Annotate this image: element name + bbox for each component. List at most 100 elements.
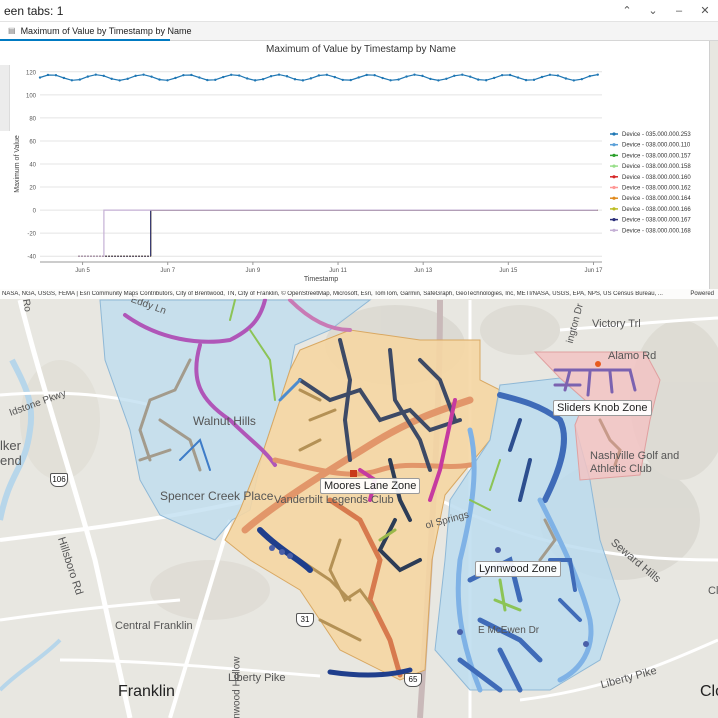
series-point <box>86 75 90 78</box>
series-point <box>397 78 400 81</box>
series-point <box>508 73 512 77</box>
series-point <box>445 77 448 80</box>
series-point <box>174 76 177 80</box>
series-point <box>253 79 257 82</box>
x-tick-label: Jun 7 <box>160 268 175 274</box>
legend-label: Device - 038.000.000.160 <box>622 175 691 181</box>
legend-label: Device - 038.000.000.167 <box>622 218 691 224</box>
series-point <box>405 75 408 78</box>
x-tick-label: Jun 9 <box>246 268 261 274</box>
facility-marker[interactable] <box>595 361 601 367</box>
chart-panel: Maximum of Value by Timestamp by Name -40… <box>0 41 710 289</box>
chart-title: Maximum of Value by Timestamp by Name <box>266 44 456 55</box>
zone-label-lynnwood[interactable]: Lynnwood Zone <box>475 561 561 577</box>
legend-label: Device - 038.000.000.157 <box>622 153 691 159</box>
y-axis-title: Maximum of Value <box>14 135 21 193</box>
y-tick-label: -20 <box>27 232 36 238</box>
series-point <box>492 76 496 80</box>
series-point <box>349 78 352 82</box>
x-tick-label: Jun 13 <box>414 268 433 274</box>
series-point <box>182 73 185 77</box>
powered-by-link[interactable]: Powered <box>686 291 718 297</box>
route-shield-65: 65 <box>404 673 422 687</box>
panel-title: een tabs: 1 <box>4 3 64 18</box>
series-point <box>54 73 58 77</box>
series-point <box>357 76 360 79</box>
attribution-credits: NASA, NGA, USGS, FEMA | Esri Community M… <box>2 291 663 297</box>
chevrons-down-icon[interactable]: ⌄ <box>640 0 666 22</box>
series-point <box>453 74 456 77</box>
series-point <box>500 73 504 77</box>
series-point <box>78 78 82 81</box>
series-point <box>110 77 113 81</box>
x-tick-label: Jun 17 <box>584 268 603 274</box>
series-point <box>596 73 599 76</box>
map-attribution: NASA, NGA, USGS, FEMA | Esri Community M… <box>0 289 718 299</box>
route-shield-106: 106 <box>50 473 68 487</box>
series-point <box>134 74 137 78</box>
series-point <box>142 73 145 76</box>
place-label-nashville-golf: Nashville Golf and Athletic Club <box>590 450 680 475</box>
series-point <box>166 79 169 82</box>
place-label-spencer-creek-place: Spencer Creek Place <box>160 489 274 503</box>
series-point <box>62 76 66 80</box>
road-label-ro: Ro <box>19 298 33 313</box>
series-point <box>293 78 297 81</box>
series-point <box>102 74 105 78</box>
series-point <box>540 75 544 79</box>
series-point <box>269 74 273 78</box>
road-label-eddy-ln: Lynnwood Hollow <box>231 656 243 718</box>
chevrons-up-icon[interactable]: ⌃ <box>614 0 640 22</box>
series-point <box>245 77 249 80</box>
collapse-icon[interactable]: – <box>666 0 692 22</box>
y-tick-label: 20 <box>29 186 36 192</box>
series-point <box>46 73 50 77</box>
facility-marker[interactable] <box>350 470 357 477</box>
series-point <box>158 78 161 81</box>
legend-label: Device - 038.000.000.158 <box>622 164 691 170</box>
series-point <box>548 73 552 76</box>
legend-marker <box>612 228 616 232</box>
series-point <box>572 79 576 82</box>
series-point <box>301 79 305 82</box>
road-label-victory-trl: Victory Trl <box>592 318 641 330</box>
x-tick-label: Jun 5 <box>75 268 90 274</box>
legend-marker <box>612 153 616 157</box>
series-point <box>484 79 488 82</box>
series-point <box>118 79 121 82</box>
place-label-franklin: Franklin <box>118 683 175 700</box>
tab-label: Maximum of Value by Timestamp by Name <box>20 25 192 36</box>
series-point <box>461 73 464 76</box>
y-tick-label: 100 <box>26 93 37 99</box>
tab-chart[interactable]: ▤ Maximum of Value by Timestamp by Name <box>0 22 191 41</box>
series-point <box>309 77 313 80</box>
zone-label-moores-lane[interactable]: Moores Lane Zone <box>320 478 421 494</box>
series-point <box>389 79 392 82</box>
series-point <box>373 74 376 77</box>
route-shield-31: 31 <box>296 613 314 627</box>
series-point <box>333 75 337 79</box>
x-tick-label: Jun 11 <box>329 268 347 274</box>
close-icon[interactable]: ✕ <box>692 0 718 22</box>
y-tick-label: 0 <box>33 209 37 215</box>
series-point <box>70 79 74 82</box>
series-point <box>516 76 520 79</box>
road-label-e-mcewen-dr: E McEwen Dr <box>478 625 540 636</box>
series-point <box>190 73 193 77</box>
series-point <box>580 77 584 81</box>
legend-label: Device - 038.000.000.110 <box>622 143 691 149</box>
place-label-walker-bend: lker end <box>0 438 22 468</box>
series-point <box>429 77 432 81</box>
y-tick-label: 80 <box>29 116 36 122</box>
series-point <box>469 75 472 78</box>
series-point <box>261 77 265 81</box>
series-point <box>317 74 321 77</box>
series-point <box>564 77 568 80</box>
series-point <box>588 74 591 78</box>
series-point <box>38 76 42 79</box>
chart-icon: ▤ <box>8 26 16 35</box>
series-point <box>150 75 153 78</box>
zone-label-sliders-knob[interactable]: Sliders Knob Zone <box>553 400 652 416</box>
line-chart[interactable]: Maximum of Value by Timestamp by Name -40… <box>0 41 710 289</box>
legend-marker <box>612 164 616 168</box>
